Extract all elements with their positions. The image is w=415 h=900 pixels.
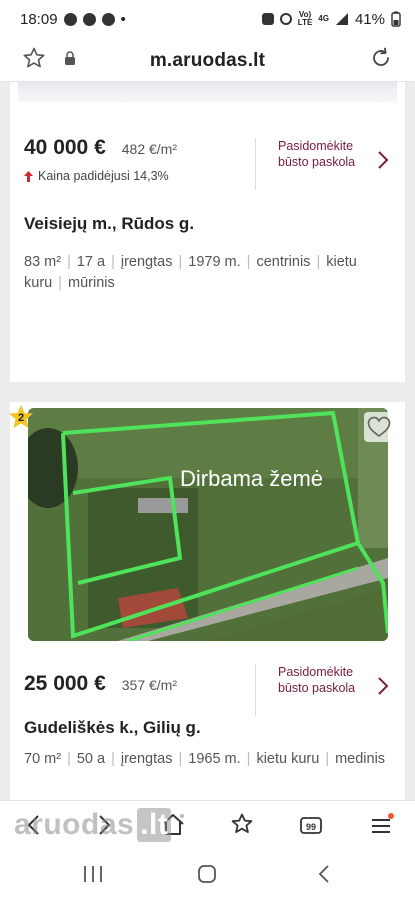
listing-address[interactable]: Veisiejų m., Rūdos g. [24,214,194,234]
bookmarks-star-icon[interactable] [228,811,256,839]
promoted-badge-number: 2 [17,412,25,424]
hotspot-icon [279,13,292,25]
listing-price: 40 000 € [24,136,106,159]
photo-caption: Dirbama žemė [180,466,323,491]
listing-price: 25 000 € [24,672,106,695]
tabs-count: 99 [306,822,316,832]
chevron-right-icon [378,677,389,695]
spec-area: 83 m² [24,254,62,270]
price-change-text: Kaina padidėjusi 14,3% [38,169,169,183]
status-time: 18:09 [20,10,58,28]
spec-heating: centrinis [256,254,311,270]
more-notifications-dot: • [120,10,126,28]
signal-icon [335,13,348,25]
spec-condition: įrengtas [120,254,173,270]
listing-specs: 70 m² | 50 a | įrengtas | 1965 m. | kietu kuru | m… [24,751,386,767]
spec-year: 1965 m. [188,751,241,767]
spec-material: medinis [335,751,386,767]
spec-year: 1979 m. [188,254,241,270]
url-text[interactable]: m.aruodas.lt [0,50,415,72]
battery-level: 41% [354,10,385,28]
listing-feed[interactable]: 40 000 € 482 €/m² Kaina padidėjusi 14,3%… [0,82,415,800]
listing-card[interactable]: 40 000 € 482 €/m² Kaina padidėjusi 14,3%… [10,82,405,382]
price-per-m2: 482 €/m² [121,141,177,157]
pinterest-notification-icon [63,12,77,26]
system-back-icon[interactable] [314,863,334,885]
aerial-plot-image: Dirbama žemė [28,408,388,641]
system-nav-bar [0,848,415,900]
facebook-notification-icon [82,12,96,26]
spec-condition: įrengtas [120,751,173,767]
watermark-logo: aruodas .lt [14,808,172,842]
spec-area: 70 m² [24,751,62,767]
loan-offer-link[interactable]: Pasidomėkite būsto paskola [255,664,405,716]
watermark-tld: .lt [137,808,172,842]
listing-address[interactable]: Gudeliškės k., Gilių g. [24,718,201,738]
network-type: 4G [318,14,329,23]
spec-plot: 17 a [76,254,106,270]
alarm-icon [261,13,274,25]
spec-plot: 50 a [76,751,106,767]
facebook-notification-icon [101,12,115,26]
browser-url-bar: m.aruodas.lt [0,38,415,82]
menu-icon[interactable] [367,811,395,839]
volte-icon: Vo) LTE [297,10,313,27]
loan-offer-link[interactable]: Pasidomėkite būsto paskola [255,138,405,190]
listing-specs: 83 m² | 17 a | įrengtas | 1979 m. | centrinis | ki… [24,254,357,291]
price-per-m2: 357 €/m² [121,677,177,693]
spec-material: mūrinis [68,275,115,291]
price-row: 25 000 € 357 €/m² [24,672,177,696]
listing-photo[interactable] [18,82,397,102]
listing-photo[interactable]: Dirbama žemė [28,408,388,641]
reload-icon[interactable] [369,46,393,70]
price-row: 40 000 € 482 €/m² [24,136,177,160]
spec-heating: kietu kuru [256,751,320,767]
tabs-icon[interactable]: 99 [297,811,325,839]
watermark-brand: aruodas [14,808,135,841]
price-up-arrow-icon [24,170,33,182]
favorite-heart-icon[interactable] [364,412,394,442]
recent-apps-icon[interactable] [82,864,104,884]
home-button-icon[interactable] [196,863,218,885]
status-bar: 18:09 • Vo) LTE 4G 41% [0,0,415,38]
price-change: Kaina padidėjusi 14,3% [24,169,169,183]
battery-icon [391,11,401,27]
chevron-right-icon [378,151,389,169]
listing-card[interactable]: Dirbama žemė 2 25 000 € 357 €/m² Pasidom… [9,402,405,800]
